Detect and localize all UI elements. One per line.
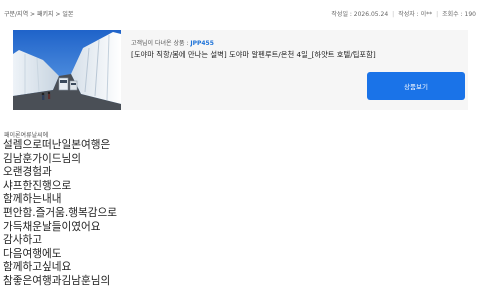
product-code-label: 고객님이 다녀온 상품 : bbox=[131, 40, 191, 47]
product-thumbnail[interactable] bbox=[13, 30, 121, 110]
product-card: 고객님이 다녀온 상품 : JPP455 [도야마 직항/봄에 만나는 설벽] … bbox=[13, 30, 468, 110]
review-body: 설렘으로떠난일본여행은 김남훈가이드님의 오랜경험과 샤프한진행으로 함께하는내… bbox=[3, 139, 117, 289]
divider: | bbox=[392, 11, 395, 18]
review-line: 편안함.즐거움.행복감으로 bbox=[3, 206, 117, 219]
product-code: JPP455 bbox=[190, 40, 214, 47]
post-info: 작성일 : 2026.05.24 | 작성자 : 이** | 조회수 : 190 bbox=[331, 9, 476, 18]
breadcrumb: 구분/지역 > 패키지 > 일본 bbox=[4, 11, 74, 18]
review-line: 설렘으로떠난일본여행은 bbox=[3, 139, 111, 151]
review-line: 김남훈가이드님의 bbox=[3, 152, 81, 165]
post-views: 조회수 : 190 bbox=[442, 11, 476, 18]
post-date: 작성일 : 2026.05.24 bbox=[331, 11, 389, 18]
review-author: 패이론여류날씨에 bbox=[4, 132, 49, 139]
divider: | bbox=[436, 11, 439, 18]
post-author: 작성자 : 이** bbox=[398, 11, 433, 18]
product-code-line: 고객님이 다녀온 상품 : JPP455 bbox=[131, 38, 214, 47]
post-meta-bar: 구분/지역 > 패키지 > 일본 작성일 : 2026.05.24 | 작성자 : … bbox=[0, 0, 480, 26]
review-line: 샤프한진행으로 bbox=[3, 179, 72, 192]
review-line: 오랜경험과 bbox=[3, 166, 52, 179]
review-line: 감사하고 bbox=[3, 234, 42, 247]
review-line: 함께하고싶네요 bbox=[3, 261, 72, 274]
view-product-button[interactable]: 상품보기 bbox=[367, 72, 465, 100]
review-line: 함께하는내내 bbox=[3, 193, 62, 206]
review-line: 참좋은여행과김남훈님의 bbox=[3, 274, 111, 287]
product-name[interactable]: [도야마 직항/봄에 만나는 설벽] 도야마 알펜루트/온천 4일_[하얏트 호… bbox=[131, 50, 376, 60]
review-line: 가득채운날들이였어요 bbox=[3, 220, 101, 233]
snow-wall-road-photo-icon bbox=[13, 30, 121, 110]
review-line: 다음여행에도 bbox=[3, 247, 62, 260]
